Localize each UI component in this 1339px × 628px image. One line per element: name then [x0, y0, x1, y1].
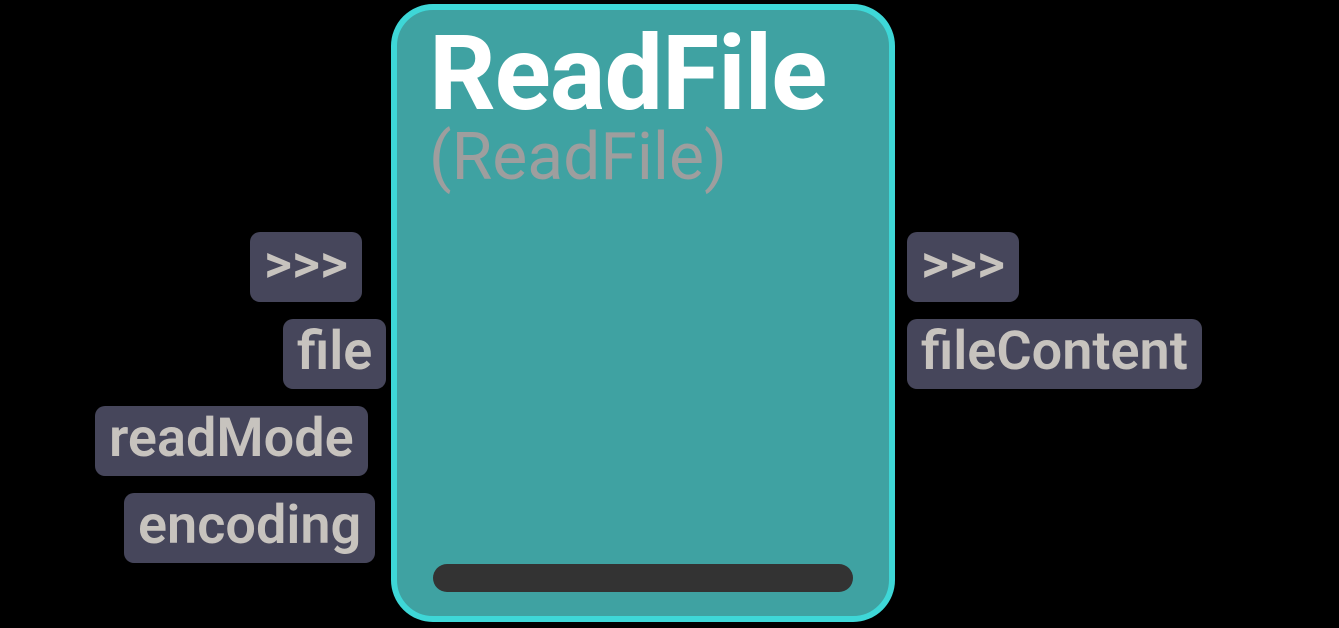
node-bottom-bar	[433, 564, 853, 592]
readfile-node[interactable]: ReadFile (ReadFile)	[391, 4, 895, 622]
output-port-filecontent[interactable]: fileContent	[907, 319, 1202, 389]
input-port-encoding[interactable]: encoding	[124, 493, 375, 563]
node-subtitle: (ReadFile)	[429, 125, 857, 191]
node-graph-canvas[interactable]: ReadFile (ReadFile) >>> file readMode en…	[0, 0, 1339, 628]
input-port-readmode[interactable]: readMode	[95, 406, 368, 476]
input-port-file[interactable]: file	[283, 319, 386, 389]
input-port-exec[interactable]: >>>	[250, 232, 362, 302]
output-port-exec[interactable]: >>>	[907, 232, 1019, 302]
node-title: ReadFile	[429, 20, 857, 129]
